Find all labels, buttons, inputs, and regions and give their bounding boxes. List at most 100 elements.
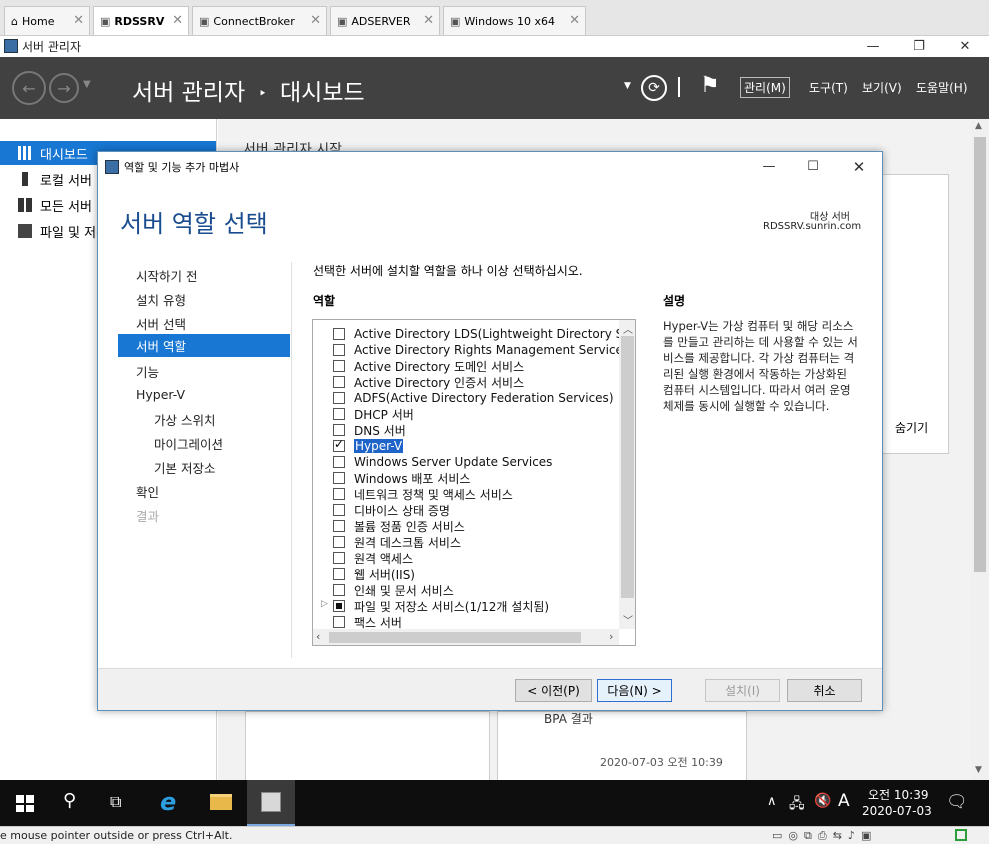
restore-button[interactable]: ❐	[896, 36, 942, 57]
role-checkbox[interactable]	[333, 504, 345, 516]
roles-vscrollbar[interactable]: ︿ ﹀	[619, 320, 635, 629]
vm-tab-windows10[interactable]: ▣ Windows 10 x64 ✕	[443, 6, 586, 35]
role-item[interactable]: 네트워크 정책 및 액세스 서비스	[333, 486, 513, 502]
role-item[interactable]: 원격 액세스	[333, 550, 413, 566]
chevron-down-icon[interactable]: ▼	[624, 81, 631, 91]
role-checkbox[interactable]	[333, 616, 345, 628]
back-button[interactable]: ←	[12, 71, 46, 105]
notification-icon[interactable]: 🗨	[946, 792, 968, 812]
minimize-button[interactable]: —	[850, 36, 896, 57]
chevron-down-icon[interactable]: ▼	[83, 79, 91, 90]
sound-icon[interactable]: ♪	[848, 829, 855, 843]
role-checkbox[interactable]	[333, 536, 345, 548]
role-item[interactable]: ▷ 파일 및 저장소 서비스(1/12개 설치됨)	[321, 598, 549, 614]
role-checkbox[interactable]	[333, 456, 345, 468]
role-item[interactable]: 인쇄 및 문서 서비스	[333, 582, 454, 598]
close-button[interactable]: ✕	[836, 156, 882, 177]
role-item[interactable]: DNS 서버	[333, 422, 406, 438]
flag-icon[interactable]: ⚑	[700, 73, 720, 98]
minimize-button[interactable]: —	[746, 156, 792, 177]
chevron-up-icon[interactable]: ︿	[623, 321, 633, 336]
role-item[interactable]: 원격 데스크톱 서비스	[333, 534, 461, 550]
role-checkbox[interactable]	[333, 437, 345, 452]
usb-icon[interactable]: ⇆	[833, 829, 842, 843]
chevron-up-icon[interactable]: ∧	[767, 794, 777, 809]
close-icon[interactable]: ✕	[172, 13, 183, 28]
dashboard-scrollbar[interactable]: ▲ ▼	[971, 119, 989, 780]
step-hyper-v[interactable]: Hyper-V	[136, 387, 185, 402]
role-checkbox[interactable]	[333, 584, 345, 596]
close-icon[interactable]: ✕	[310, 13, 321, 28]
role-checkbox[interactable]	[333, 488, 345, 500]
bpa-label[interactable]: BPA 결과	[544, 710, 593, 727]
menu-view[interactable]: 보기(V)	[862, 79, 902, 96]
vm-tab-home[interactable]: ⌂ Home ✕	[4, 6, 90, 35]
step-server-roles[interactable]: 서버 역할	[118, 334, 290, 357]
maximize-button[interactable]: ☐	[790, 156, 836, 177]
close-icon[interactable]: ✕	[569, 13, 580, 28]
vm-tab-connectbroker[interactable]: ▣ ConnectBroker ✕	[192, 6, 327, 35]
role-item[interactable]: 디바이스 상태 증명	[333, 502, 450, 518]
network-adapter-icon[interactable]: ⧉	[804, 829, 812, 843]
menu-tools[interactable]: 도구(T)	[809, 79, 848, 96]
role-item[interactable]: Windows 배포 서비스	[333, 470, 470, 486]
role-item[interactable]: ADFS(Active Directory Federation Service…	[333, 390, 614, 406]
role-item[interactable]: Active Directory 도메인 서비스	[333, 358, 524, 374]
vm-tab-adserver[interactable]: ▣ ADSERVER ✕	[330, 6, 440, 35]
role-checkbox[interactable]	[333, 600, 345, 612]
role-checkbox[interactable]	[333, 376, 345, 388]
ime-indicator[interactable]: A	[838, 791, 850, 811]
windows-start-icon[interactable]	[16, 795, 34, 812]
role-item[interactable]: 웹 서버(IIS)	[333, 566, 415, 582]
role-checkbox[interactable]	[333, 328, 345, 340]
clock-time[interactable]: 오전 10:39	[868, 786, 928, 803]
role-item[interactable]: Active Directory 인증서 서비스	[333, 374, 524, 390]
role-item[interactable]: Active Directory LDS(Lightweight Directo…	[333, 326, 635, 342]
roles-list[interactable]: Active Directory LDS(Lightweight Directo…	[312, 319, 636, 646]
volume-muted-icon[interactable]: 🔇	[814, 793, 831, 809]
role-checkbox[interactable]	[333, 424, 345, 436]
cd-rom-icon[interactable]: ◎	[788, 829, 798, 843]
step-before-you-begin[interactable]: 시작하기 전	[136, 266, 197, 285]
role-checkbox[interactable]	[333, 344, 345, 356]
internet-explorer-icon[interactable]: e	[160, 788, 176, 816]
role-checkbox[interactable]	[333, 472, 345, 484]
close-icon[interactable]: ✕	[73, 13, 84, 28]
role-checkbox[interactable]	[333, 360, 345, 372]
step-server-selection[interactable]: 서버 선택	[136, 314, 186, 333]
vm-tab-rdssrv[interactable]: ▣ RDSSRV ✕	[93, 6, 189, 35]
step-features[interactable]: 기능	[136, 362, 159, 381]
role-item[interactable]: Hyper-V	[333, 437, 404, 454]
role-item[interactable]: 볼륨 정품 인증 서비스	[333, 518, 465, 534]
file-explorer-icon[interactable]	[210, 794, 232, 810]
role-item[interactable]: Active Directory Rights Management Servi…	[333, 342, 629, 358]
network-icon[interactable]: 🖧	[789, 793, 805, 817]
roles-hscroll-thumb[interactable]	[329, 632, 581, 643]
hide-link[interactable]: 숨기기	[895, 419, 928, 436]
close-icon[interactable]: ✕	[423, 13, 434, 28]
role-checkbox[interactable]	[333, 392, 345, 404]
hard-disk-icon[interactable]: ▭	[772, 829, 782, 843]
expand-icon[interactable]: ▷	[321, 599, 328, 609]
display-icon[interactable]: ▣	[861, 829, 871, 843]
role-checkbox[interactable]	[333, 552, 345, 564]
role-item[interactable]: DHCP 서버	[333, 406, 414, 422]
role-checkbox[interactable]	[333, 568, 345, 580]
refresh-icon[interactable]: ⟳	[641, 75, 667, 101]
role-checkbox[interactable]	[333, 520, 345, 532]
task-view-icon[interactable]: ⧉	[110, 792, 121, 812]
menu-manage[interactable]: 관리(M)	[740, 77, 790, 98]
role-item[interactable]: 팩스 서버	[333, 614, 402, 630]
next-button[interactable]: 다음(N) >	[597, 679, 672, 702]
chevron-right-icon[interactable]: ›	[609, 630, 613, 643]
roles-vscroll-thumb[interactable]	[621, 336, 634, 598]
chevron-left-icon[interactable]: ‹	[316, 630, 320, 643]
menu-help[interactable]: 도움말(H)	[916, 79, 968, 96]
step-migration[interactable]: 마이그레이션	[154, 434, 223, 453]
scroll-down-icon[interactable]: ▼	[975, 765, 982, 775]
scroll-up-icon[interactable]: ▲	[975, 121, 982, 131]
search-icon[interactable]: ⚲	[63, 790, 76, 811]
chevron-down-icon[interactable]: ﹀	[623, 612, 633, 627]
step-virtual-switches[interactable]: 가상 스위치	[154, 410, 215, 429]
printer-icon[interactable]: ⎙	[818, 829, 827, 843]
